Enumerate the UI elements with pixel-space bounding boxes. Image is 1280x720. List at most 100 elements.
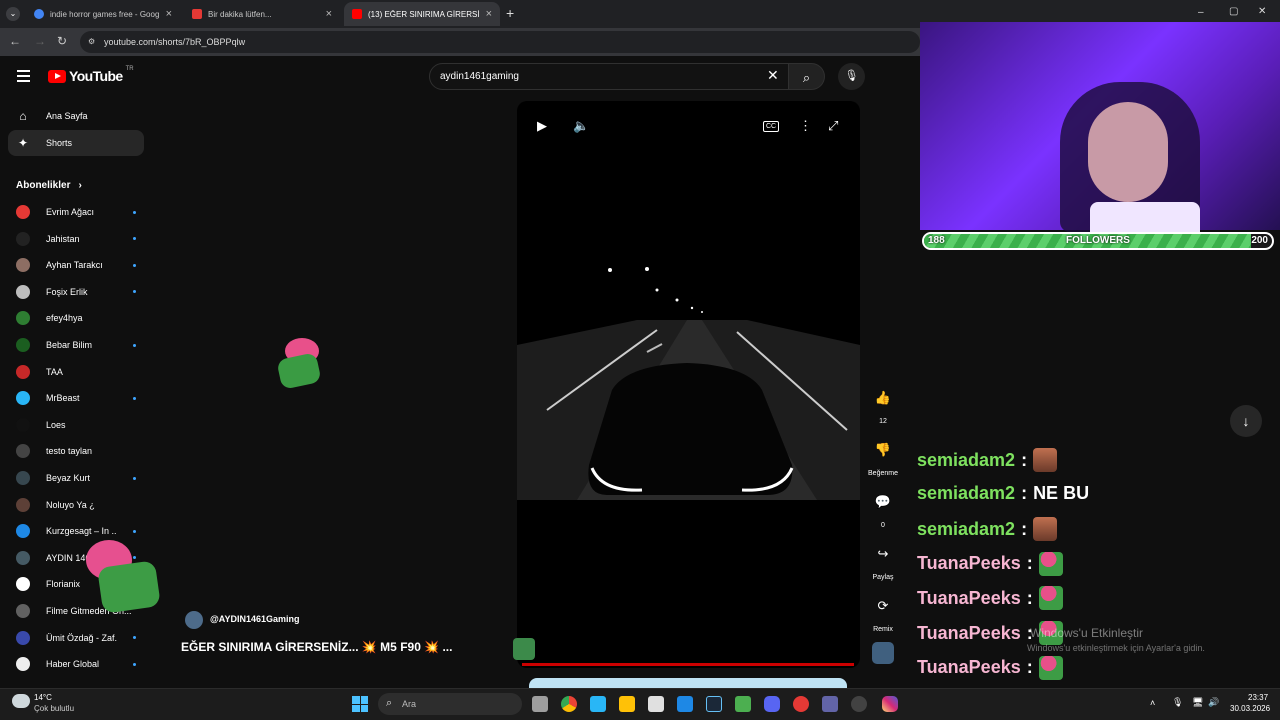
search-input[interactable]: aydin1461gaming [429,63,789,90]
store-icon[interactable] [648,696,664,712]
tab-close-icon[interactable]: × [326,8,332,20]
voice-search-button[interactable]: 🎙 [838,63,865,90]
new-tab-button[interactable]: + [506,5,514,21]
sidebar-subscription-item[interactable]: Ümit Özdağ - Zaf... [16,627,136,649]
monitor-app-icon[interactable] [590,696,606,712]
sidebar-subscription-item[interactable]: Beyaz Kurt [16,467,136,489]
back-icon[interactable]: ← [9,34,21,48]
maximize-button[interactable]: ▢ [1229,6,1238,17]
task-view-icon[interactable] [532,696,548,712]
youtube-play-logo-icon [48,69,66,83]
remix-icon: ⟳ [877,598,889,613]
minimize-button[interactable]: – [1198,7,1204,18]
thumbs-up-icon: 👍 [874,390,892,405]
activation-watermark-title: Windows'u Etkinleştir [1030,626,1143,640]
dislike-button[interactable]: 👎 Beğenme [866,434,900,477]
sidebar-item-label: Ana Sayfa [46,111,88,121]
search-button[interactable]: ⌕ [789,63,825,90]
tab-list-button[interactable]: ⌄ [6,7,20,21]
forward-icon[interactable]: → [34,34,46,48]
volume-button[interactable]: 🔈 [573,118,589,134]
tab-google-search[interactable]: indie horror games free - Goog × [26,2,180,26]
play-button[interactable]: ▶ [537,118,547,134]
chat-username: TuanaPeeks [917,657,1021,678]
sidebar-subscription-item[interactable]: efey4hya [16,307,136,329]
chat-separator: : [1026,587,1033,608]
sidebar-subscription-item[interactable]: TAA [16,361,136,383]
chat-username: TuanaPeeks [917,622,1021,643]
comments-button[interactable]: 💬 0 [866,486,900,529]
weather-description[interactable]: Çok bulutlu [34,704,74,713]
sidebar-subscription-item[interactable]: Evrim Ağacı [16,201,136,223]
sidebar-subscription-item[interactable]: Loes [16,414,136,436]
short-title[interactable]: EĞER SINIRIMA GİRERSENİZ... 💥 M5 F90 💥 .… [181,640,452,654]
subscriptions-header[interactable]: Abonelikler › [16,180,82,191]
sidebar-subscription-item[interactable]: Haber Global [16,653,136,675]
network-icon[interactable]: 🖥 [1192,697,1203,708]
instagram-icon[interactable] [882,696,898,712]
taskbar-search-icon: ⌕ [386,697,393,709]
clear-search-icon[interactable]: ✕ [767,67,779,84]
tab-close-icon[interactable]: × [486,8,492,20]
remix-button[interactable]: ⟳ Remix [866,590,900,633]
clock-time[interactable]: 23:37 [1248,693,1268,702]
tab-youtube[interactable]: (13) EĞER SINIRIMA GİRERSİ × [344,2,500,26]
sidebar-subscription-item[interactable]: Foşix Erlik [16,281,136,303]
audio-track-thumbnail[interactable] [872,642,894,664]
reload-icon[interactable]: ↻ [57,34,67,48]
sidebar-subscription-item[interactable]: Ayhan Tarakcı [16,254,136,276]
chevron-right-icon: › [78,180,82,191]
thumbs-down-icon: 👎 [874,442,892,457]
weather-temp[interactable]: 14°C [34,693,52,702]
tray-chevron-icon[interactable]: ˄ [1150,698,1155,708]
sidebar-item-shorts[interactable]: ✦ Shorts [8,130,144,156]
menu-icon[interactable] [17,70,30,82]
sound-thumbnail[interactable] [513,638,535,660]
windows-start-icon[interactable] [352,696,368,712]
channel-avatar [16,471,30,485]
sidebar-subscription-item[interactable]: Jahistan [16,228,136,250]
close-window-button[interactable]: ✕ [1258,6,1266,17]
share-icon: ↪ [877,546,889,561]
share-button[interactable]: ↪ Paylaş [866,538,900,581]
chat-message: TuanaPeeks: [917,655,1063,680]
media-player-icon[interactable] [793,696,809,712]
new-content-dot-icon [133,210,136,214]
discord-icon[interactable] [764,696,780,712]
steam-icon[interactable] [706,696,722,712]
weather-icon[interactable] [12,694,30,708]
file-explorer-icon[interactable] [619,696,635,712]
captions-button[interactable]: CC [763,121,780,132]
tab-close-icon[interactable]: × [166,8,172,20]
sidebar-subscription-item[interactable]: Noluyo Ya ¿ [16,494,136,516]
channel-avatar [16,444,30,459]
taskbar-search-box[interactable]: Ara [378,693,522,715]
more-options-button[interactable]: ⋮ [799,118,812,134]
minecraft-icon[interactable] [735,696,751,712]
sidebar-subscription-item[interactable]: testo taylan [16,440,136,462]
tab-cloudflare[interactable]: Bir dakika lütfen... × [184,2,340,26]
clock-date[interactable]: 30.03.2026 [1230,704,1270,713]
volume-tray-icon[interactable]: 🔊 [1208,697,1219,708]
site-info-icon[interactable]: ⚙ [88,37,95,46]
teams-icon[interactable] [822,696,838,712]
sidebar-item-home[interactable]: ⌂ Ana Sayfa [8,103,144,129]
fullscreen-button[interactable]: ⤢ [828,118,838,134]
sidebar-subscription-item[interactable]: MrBeast [16,387,136,409]
like-button[interactable]: 👍 12 [866,382,900,425]
sidebar-subscription-item[interactable]: Bebar Bilim [16,334,136,356]
channel-handle[interactable]: @AYDIN1461Gaming [210,614,299,624]
microphone-icon: 🎙 [844,70,859,82]
chrome-icon[interactable] [561,696,577,712]
channel-avatar [16,604,30,618]
url-field[interactable]: youtube.com/shorts/7bR_OBPPqlw [80,31,920,53]
channel-avatar[interactable] [185,611,203,629]
obs-icon[interactable] [851,696,867,712]
channel-avatar [16,391,30,406]
scroll-down-button[interactable]: ↓ [1230,405,1262,437]
youtube-logo[interactable]: YouTube TR [48,66,134,84]
mail-icon[interactable] [677,696,693,712]
microphone-tray-icon[interactable]: 🎙 [1172,697,1183,708]
video-progress-bar[interactable] [522,663,854,666]
sidebar-subscription-item[interactable]: Kurzgesagt – In ... [16,520,136,542]
